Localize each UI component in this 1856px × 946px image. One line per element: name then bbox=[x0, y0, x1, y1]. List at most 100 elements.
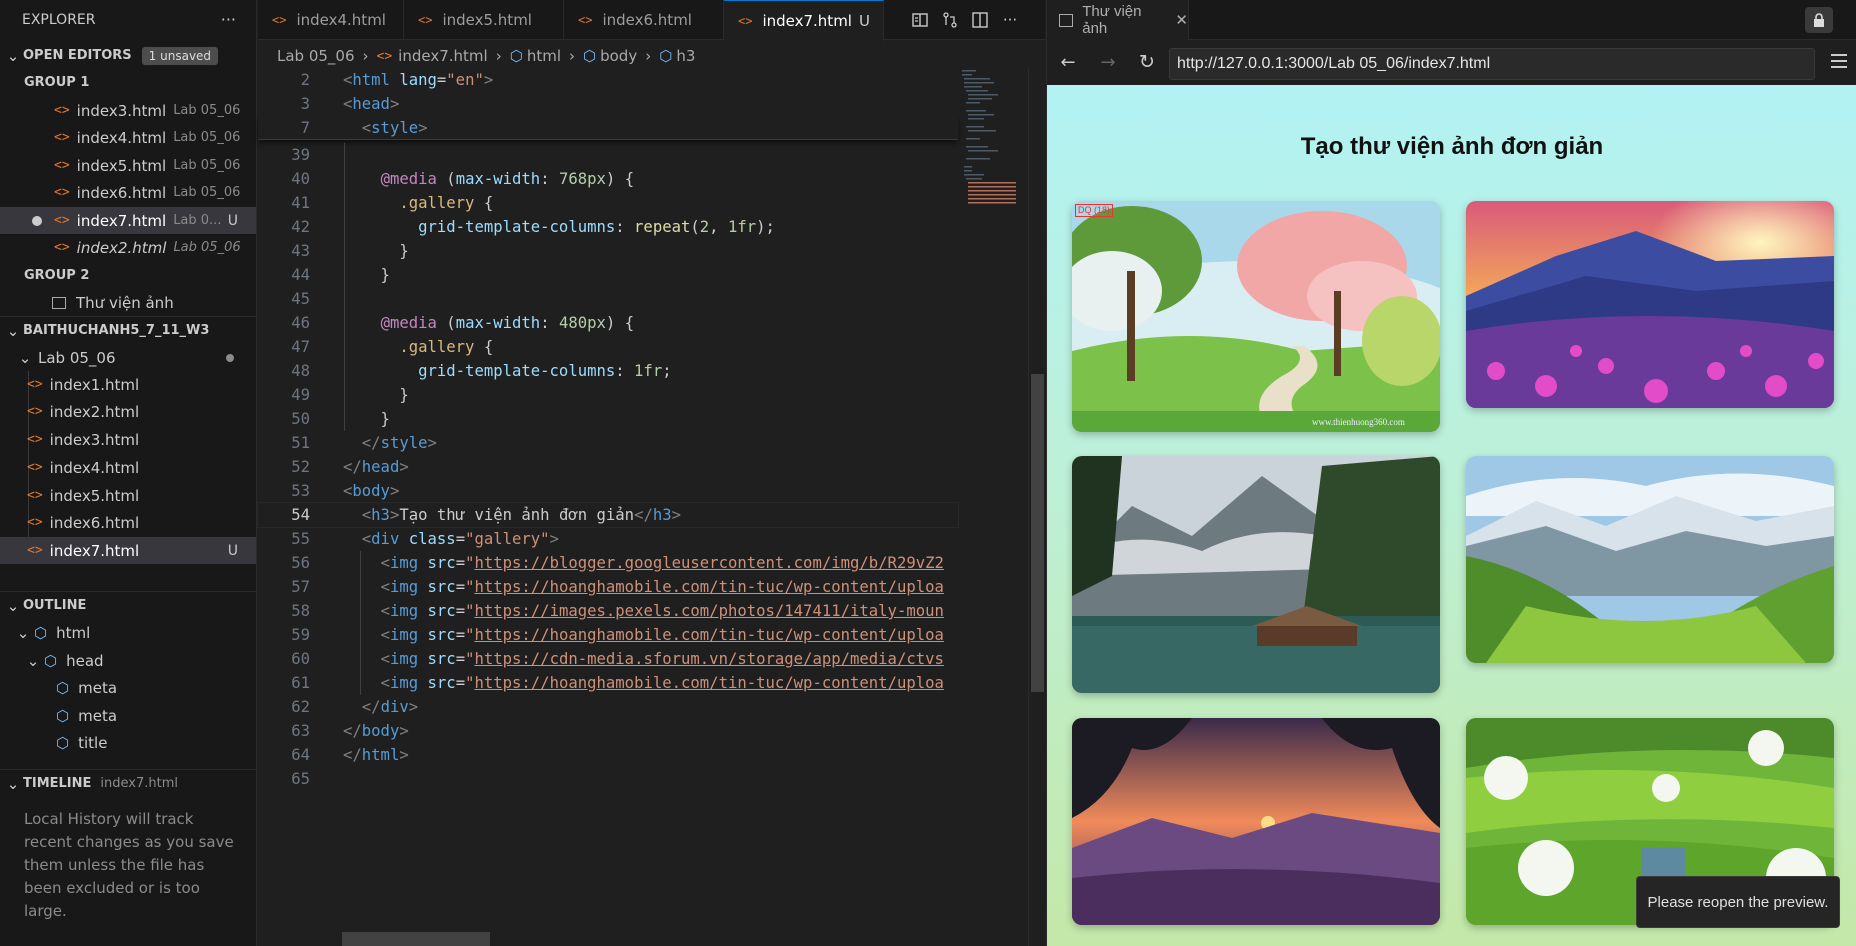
reload-icon[interactable]: ↻ bbox=[1136, 51, 1158, 73]
html-file-icon: <> bbox=[418, 13, 433, 27]
back-icon[interactable]: ← bbox=[1057, 52, 1079, 74]
chevron-down-icon: ⌄ bbox=[6, 46, 20, 65]
html-file-icon: <> bbox=[54, 130, 70, 145]
line-number: 56 bbox=[291, 554, 310, 572]
minimap[interactable] bbox=[958, 68, 1028, 946]
line-number: 46 bbox=[291, 314, 310, 332]
compare-changes-icon[interactable] bbox=[940, 10, 960, 30]
gallery-image-spring-trees[interactable]: www.thienhuong360.com DQ (18) bbox=[1072, 201, 1440, 432]
outline-item[interactable]: ⌄ ⬡ head bbox=[0, 647, 256, 674]
line-number: 40 bbox=[291, 170, 310, 188]
workspace-section[interactable]: ⌄ BAITHUCHANH5_7_11_W3 bbox=[0, 317, 256, 344]
vertical-scrollbar[interactable] bbox=[1028, 68, 1045, 946]
line-number: 61 bbox=[291, 674, 310, 692]
horizontal-scrollbar-thumb[interactable] bbox=[342, 932, 490, 946]
open-editor-item[interactable]: <> index2.html Lab 05_06 bbox=[0, 234, 256, 261]
line-number: 60 bbox=[291, 650, 310, 668]
url-link[interactable]: https://hoanghamobile.com/tin-tuc/wp-con… bbox=[474, 578, 943, 596]
folder-lab-05-06[interactable]: ⌄ Lab 05_06 bbox=[0, 344, 256, 371]
html-file-icon: <> bbox=[578, 13, 593, 27]
code-line: <img src="https://hoanghamobile.com/tin-… bbox=[380, 578, 944, 596]
explorer-title: EXPLORER bbox=[22, 11, 96, 28]
outline-label: OUTLINE bbox=[23, 598, 87, 613]
tree-file[interactable]: <> index3.html bbox=[0, 426, 256, 453]
open-editors-section[interactable]: ⌄ OPEN EDITORS 1 unsaved bbox=[0, 42, 256, 69]
symbol-icon: ⬡ bbox=[582, 47, 597, 65]
line-number: 54 bbox=[291, 506, 310, 524]
menu-icon[interactable] bbox=[1831, 54, 1847, 68]
scrollbar-thumb[interactable] bbox=[1031, 374, 1044, 692]
outline-item[interactable]: ⌄ ⬡ html bbox=[0, 619, 256, 646]
file-desc: Lab 05_06 bbox=[173, 130, 241, 145]
outline-item[interactable]: ⬡ meta bbox=[0, 702, 256, 729]
url-input[interactable]: http://127.0.0.1:3000/Lab 05_06/index7.h… bbox=[1169, 48, 1815, 80]
breadcrumb-item[interactable]: html bbox=[527, 47, 561, 65]
html-file-icon: <> bbox=[54, 103, 70, 118]
tree-file[interactable]: <> index4.html bbox=[0, 454, 256, 481]
split-editor-icon[interactable] bbox=[970, 10, 990, 30]
tree-file[interactable]: <> index6.html bbox=[0, 509, 256, 536]
forward-icon[interactable]: → bbox=[1097, 52, 1119, 74]
gallery-image-green-valley[interactable] bbox=[1466, 456, 1834, 663]
code-line: <head> bbox=[343, 95, 400, 113]
breadcrumb-item[interactable]: body bbox=[600, 47, 637, 65]
gallery-image-lake-cabin[interactable] bbox=[1072, 456, 1440, 693]
open-editor-item[interactable]: <> index4.html Lab 05_06 bbox=[0, 124, 256, 151]
tree-file[interactable]: <> index5.html bbox=[0, 482, 256, 509]
outline-section[interactable]: ⌄ OUTLINE bbox=[0, 592, 256, 619]
close-icon[interactable]: ✕ bbox=[1175, 11, 1188, 29]
url-link[interactable]: https://hoanghamobile.com/tin-tuc/wp-con… bbox=[474, 626, 943, 644]
gallery-image-mountain-flowers[interactable] bbox=[1466, 201, 1834, 408]
tab-index5[interactable]: <> index5.html bbox=[404, 0, 564, 40]
tab-index7[interactable]: <> index7.html U bbox=[724, 0, 884, 41]
lock-icon[interactable] bbox=[1805, 7, 1833, 33]
rendered-page: Tạo thư viện ảnh đơn giản www.thienhuong… bbox=[1047, 85, 1856, 946]
unsaved-dot-icon bbox=[32, 215, 42, 226]
editor-tabs: <> index4.html <> index5.html <> index6.htm… bbox=[258, 0, 1045, 41]
breadcrumb-item[interactable]: h3 bbox=[676, 47, 695, 65]
url-link[interactable]: https://hoanghamobile.com/tin-tuc/wp-con… bbox=[474, 674, 943, 692]
line-number: 49 bbox=[291, 386, 310, 404]
code-line: } bbox=[343, 242, 409, 260]
tab-label: index4.html bbox=[296, 11, 386, 29]
more-actions-icon[interactable]: ··· bbox=[1000, 10, 1020, 30]
tab-index4[interactable]: <> index4.html bbox=[258, 0, 404, 40]
outline-item[interactable]: ⬡ title bbox=[0, 729, 256, 756]
symbol-icon: ⬡ bbox=[56, 706, 70, 725]
folder-name: Lab 05_06 bbox=[38, 348, 116, 367]
breadcrumb-item[interactable]: index7.html bbox=[398, 47, 488, 65]
line-number: 3 bbox=[300, 95, 310, 113]
url-link[interactable]: https://blogger.googleusercontent.com/im… bbox=[474, 554, 943, 572]
tab-label: index6.html bbox=[602, 11, 692, 29]
line-number: 58 bbox=[291, 602, 310, 620]
tab-index6[interactable]: <> index6.html bbox=[564, 0, 724, 40]
timeline-section[interactable]: ⌄ TIMELINE index7.html bbox=[0, 770, 256, 797]
browser-tab-title: Thư viện ảnh bbox=[1082, 3, 1142, 37]
open-editor-item[interactable]: <> index3.html Lab 05_06 bbox=[0, 97, 256, 124]
browser-tab[interactable]: Thư viện ảnh ✕ bbox=[1047, 0, 1189, 40]
open-editor-item[interactable]: <> index5.html Lab 05_06 bbox=[0, 152, 256, 179]
code-line: <img src="https://blogger.googleusercont… bbox=[380, 554, 944, 572]
open-editor-item[interactable]: <> index6.html Lab 05_06 bbox=[0, 179, 256, 206]
more-actions-icon[interactable]: ··· bbox=[221, 10, 236, 29]
chevron-right-icon: › bbox=[362, 47, 369, 65]
url-link[interactable]: https://images.pexels.com/photos/147411/… bbox=[474, 602, 943, 620]
line-number: 64 bbox=[291, 746, 310, 764]
html-file-icon: <> bbox=[54, 240, 70, 255]
line-number: 44 bbox=[291, 266, 310, 284]
tree-file[interactable]: <> index2.html bbox=[0, 398, 256, 425]
open-preview-icon[interactable] bbox=[910, 10, 930, 30]
open-editors-label: OPEN EDITORS bbox=[23, 48, 132, 63]
tree-file-active[interactable]: <> index7.html U bbox=[0, 537, 256, 564]
tree-file[interactable]: <> index1.html bbox=[0, 371, 256, 398]
url-link[interactable]: https://cdn-media.sforum.vn/storage/app/… bbox=[474, 650, 943, 668]
open-editor-item[interactable]: Thư viện ảnh bbox=[0, 289, 256, 316]
group-2-label: GROUP 2 bbox=[24, 268, 90, 283]
line-number: 39 bbox=[291, 146, 310, 164]
gallery-image-sunset-valley[interactable] bbox=[1072, 718, 1440, 925]
chevron-down-icon: ⌄ bbox=[26, 651, 40, 670]
breadcrumb-item[interactable]: Lab 05_06 bbox=[277, 47, 355, 65]
open-editor-item-active[interactable]: <> index7.html Lab 0... U bbox=[0, 207, 256, 234]
outline-item[interactable]: ⬡ meta bbox=[0, 674, 256, 701]
code-line: grid-template-columns: 1fr; bbox=[418, 362, 672, 380]
